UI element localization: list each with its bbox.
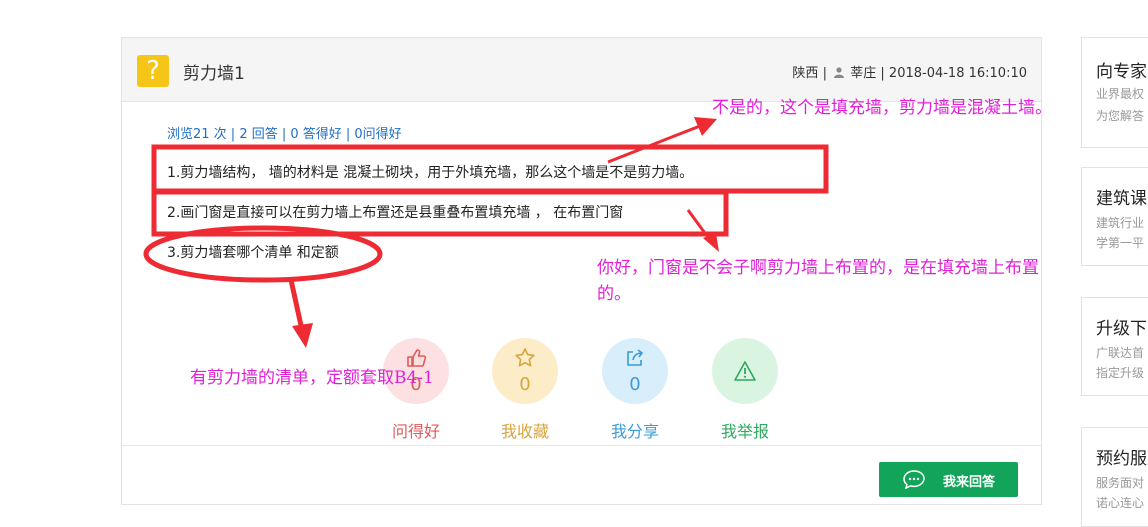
share-icon [627, 349, 643, 366]
star-icon [515, 348, 535, 367]
warning-icon [734, 361, 756, 381]
question-datetime: 2018-04-18 16:10:10 [888, 66, 1027, 81]
sidebar-card-title: 升级下 [1096, 319, 1147, 339]
meta-separator: | [880, 66, 885, 81]
chat-bubble-icon [903, 470, 925, 489]
action-label[interactable]: 问得好 [363, 418, 469, 442]
action-label[interactable]: 我举报 [692, 418, 798, 442]
user-icon [834, 67, 845, 78]
sidebar-card-course[interactable]: 建筑课 建筑行业 学第一平 [1081, 167, 1148, 266]
action-label[interactable]: 我分享 [582, 418, 688, 442]
answer-button-label: 我来回答 [943, 475, 996, 490]
annotation-answer-2-line-1: 你好，门窗是不会子啊剪力墙上布置的，是在填充墙上布置 [597, 258, 1039, 278]
annotation-answer-3: 有剪力墙的清单，定额套取B4-1 [190, 368, 434, 388]
question-stats: 浏览21 次 | 2 回答 | 0 答得好 | 0问得好 [167, 127, 402, 142]
action-circle[interactable]: 0 [492, 338, 558, 404]
action-count: 0 [519, 374, 531, 395]
question-line-2: 2.画门窗是直接可以在剪力墙上布置还是县重叠布置填充墙 ， 在布置门窗 [167, 205, 624, 221]
user-name[interactable]: 莘庄 [850, 66, 876, 81]
question-line-1: 1.剪力墙结构， 墙的材料是 混凝土砌块，用于外填充墙，那么这个墙是不是剪力墙。 [167, 165, 694, 181]
sidebar-card-upgrade[interactable]: 升级下 广联达首 指定升级 [1081, 297, 1148, 396]
sidebar-card-desc: 为您解答 [1096, 109, 1145, 123]
sidebar-card-desc: 服务面对 [1096, 476, 1145, 490]
meta-separator: | [822, 66, 827, 81]
question-line-3: 3.剪力墙套哪个清单 和定额 [167, 245, 339, 261]
sidebar-card-title: 建筑课 [1096, 189, 1147, 209]
sidebar-card-service[interactable]: 预约服 服务面对 诺心连心 [1081, 427, 1148, 527]
sidebar-card-desc: 广联达首 [1096, 346, 1145, 360]
sidebar-card-desc: 业界最权 [1096, 87, 1145, 101]
question-meta: 陕西 | 莘庄 | 2018-04-18 16:10:10 [792, 62, 1027, 81]
answer-button[interactable]: 我来回答 [879, 462, 1018, 497]
action-report[interactable]: 我举报 [712, 338, 778, 441]
sidebar-card-title: 预约服 [1096, 449, 1147, 469]
action-label[interactable]: 我收藏 [472, 418, 578, 442]
province-label[interactable]: 陕西 [792, 66, 818, 81]
question-title: 剪力墙1 [183, 64, 245, 84]
action-favorite[interactable]: 0 我收藏 [492, 338, 558, 441]
action-circle[interactable] [712, 338, 778, 404]
annotation-answer-2-line-2: 的。 [597, 284, 631, 304]
action-count: 0 [629, 374, 641, 395]
sidebar-card-desc: 指定升级 [1096, 366, 1145, 380]
action-circle[interactable]: 0 [602, 338, 668, 404]
action-bar: 0 问得好 0 我收藏 0 我分享 我举报 [122, 338, 1041, 448]
question-mark-icon: ? [137, 55, 169, 87]
action-share[interactable]: 0 我分享 [602, 338, 668, 441]
sidebar-card-title: 向专家 [1096, 62, 1147, 82]
sidebar-card-desc: 建筑行业 [1096, 216, 1145, 230]
sidebar-card-expert[interactable]: 向专家 业界最权 为您解答 [1081, 37, 1148, 148]
sidebar-card-desc: 诺心连心 [1096, 496, 1145, 510]
annotation-answer-1: 不是的，这个是填充墙，剪力墙是混凝土墙。 [712, 98, 1052, 118]
sidebar-card-desc: 学第一平 [1096, 236, 1145, 250]
divider [122, 445, 1041, 446]
